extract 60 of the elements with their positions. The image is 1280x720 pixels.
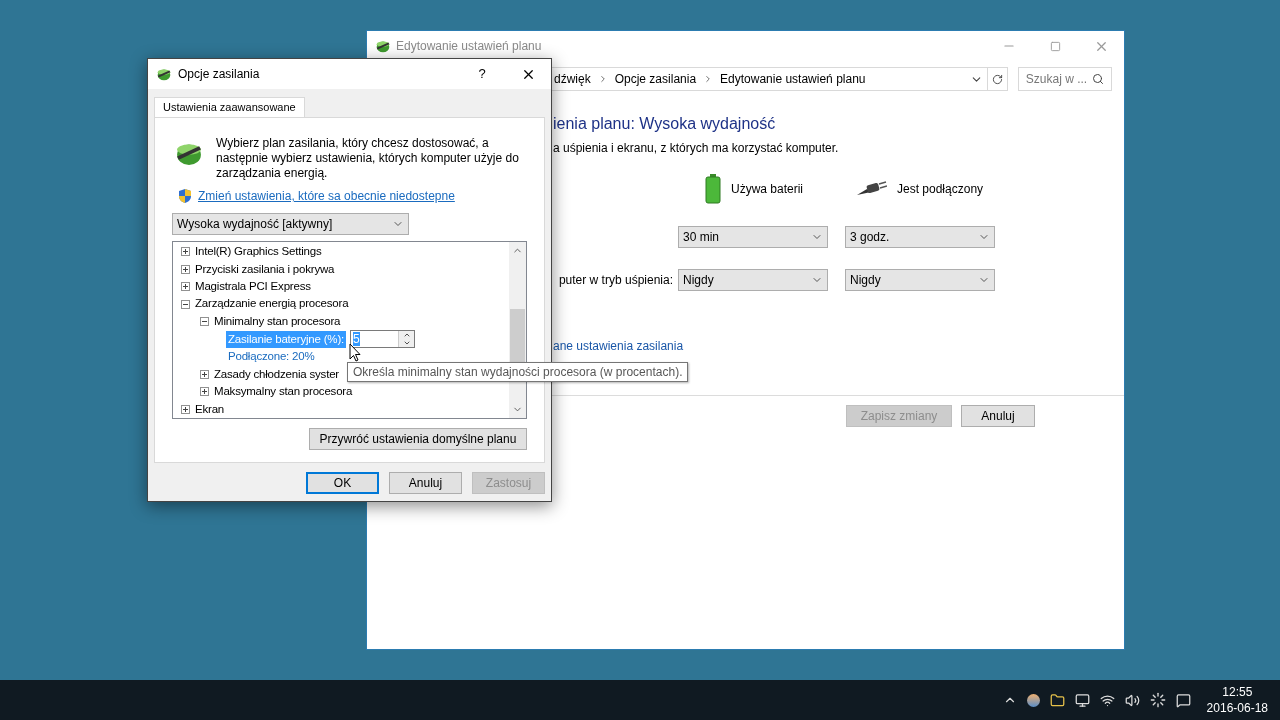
window-title: Edytowanie ustawień planu bbox=[396, 38, 542, 55]
tree-item[interactable]: Magistrala PCI Express bbox=[195, 277, 311, 296]
expander-icon[interactable] bbox=[181, 404, 190, 414]
expander-icon[interactable] bbox=[181, 247, 190, 257]
search-field[interactable]: Szukaj w ... bbox=[1017, 67, 1112, 91]
tree-item[interactable]: Intel(R) Graphics Settings bbox=[195, 243, 322, 261]
help-button[interactable]: ? bbox=[459, 64, 505, 84]
restore-defaults-button[interactable]: Przywróć ustawienia domyślne planu bbox=[309, 428, 527, 450]
expander-icon[interactable] bbox=[200, 316, 209, 326]
settings-link[interactable]: ane ustawienia zasilania bbox=[553, 337, 1124, 355]
tree-item[interactable]: Minimalny stan procesora bbox=[214, 312, 341, 331]
maximize-icon bbox=[1049, 40, 1061, 52]
tooltip: Określa minimalny stan wydajności procesora (w procentach). bbox=[347, 362, 689, 382]
cancel-button[interactable]: Anuluj bbox=[389, 472, 462, 494]
mouse-pointer-icon bbox=[349, 343, 361, 362]
clock-time[interactable]: 12:55 bbox=[1222, 684, 1253, 700]
dropdown[interactable]: 30 min bbox=[678, 226, 828, 248]
clock-date[interactable]: 2016-06-18 bbox=[1206, 700, 1268, 716]
change-settings-link[interactable]: Zmień ustawienia, które sa obecnie niedostepne bbox=[198, 187, 455, 205]
ok-button[interactable]: OK bbox=[306, 472, 379, 494]
dialog-title: Opcje zasilania bbox=[178, 66, 260, 83]
refresh-button[interactable] bbox=[988, 67, 1008, 91]
expander-icon[interactable] bbox=[181, 282, 190, 292]
volume-icon[interactable] bbox=[1124, 692, 1140, 708]
expander-icon[interactable] bbox=[181, 264, 190, 274]
globe-icon[interactable] bbox=[1026, 693, 1040, 707]
wifi-icon[interactable] bbox=[1099, 692, 1115, 708]
page-heading: ienia planu: Wysoka wydajność bbox=[553, 114, 777, 134]
setting-label: puter w tryb uśpienia: bbox=[558, 272, 673, 289]
plug-icon bbox=[855, 181, 887, 197]
column-header: Jest podłączony bbox=[897, 181, 984, 198]
dropdown[interactable]: Nigdy bbox=[678, 269, 828, 291]
dropdown[interactable]: Nigdy bbox=[845, 269, 995, 291]
device-icon[interactable] bbox=[1074, 692, 1090, 708]
spinner-icon[interactable] bbox=[1149, 692, 1166, 708]
tree-item[interactable]: Przyciski zasilania i pokrywa bbox=[195, 260, 335, 278]
expander-icon[interactable] bbox=[181, 299, 190, 309]
tree-item[interactable]: Zasady chłodzenia syster bbox=[214, 365, 339, 383]
setting-label[interactable]: Podłączone: 20% bbox=[226, 348, 317, 366]
expander-icon[interactable] bbox=[200, 387, 209, 397]
page-subtitle: a uśpienia i ekranu, z których ma korzystać komputer. bbox=[553, 140, 840, 157]
battery-icon bbox=[705, 174, 721, 204]
description-text: Wybierz plan zasilania, który chcesz dostosować, a następnie wybierz ustawienia, których komputer użyje do zarządzania energią. bbox=[216, 136, 520, 181]
plan-dropdown[interactable]: Wysoka wydajność [aktywny] bbox=[172, 213, 409, 235]
breadcrumb-item[interactable]: Edytowanie ustawień planu bbox=[720, 70, 866, 88]
notification-icon[interactable] bbox=[1175, 692, 1191, 708]
refresh-icon bbox=[992, 73, 1004, 85]
tree-item[interactable]: Maksymalny stan procesora bbox=[214, 383, 353, 401]
search-icon bbox=[1092, 73, 1104, 85]
folder-icon[interactable] bbox=[1049, 692, 1065, 708]
column-header: Używa baterii bbox=[731, 181, 804, 198]
expander-icon[interactable] bbox=[200, 369, 209, 379]
breadcrumb-item[interactable]: Opcje zasilania bbox=[614, 70, 697, 88]
shield-icon bbox=[178, 188, 192, 204]
tree-item[interactable]: Zarządzanie energią procesora bbox=[195, 295, 349, 313]
tree-item[interactable]: Ekran bbox=[195, 400, 225, 418]
dropdown[interactable]: 3 godz. bbox=[845, 226, 995, 248]
cancel-button[interactable]: Anuluj bbox=[961, 405, 1035, 427]
tab[interactable]: Ustawienia zaawansowane bbox=[154, 97, 305, 117]
breadcrumb-item[interactable]: dźwięk bbox=[554, 70, 591, 88]
